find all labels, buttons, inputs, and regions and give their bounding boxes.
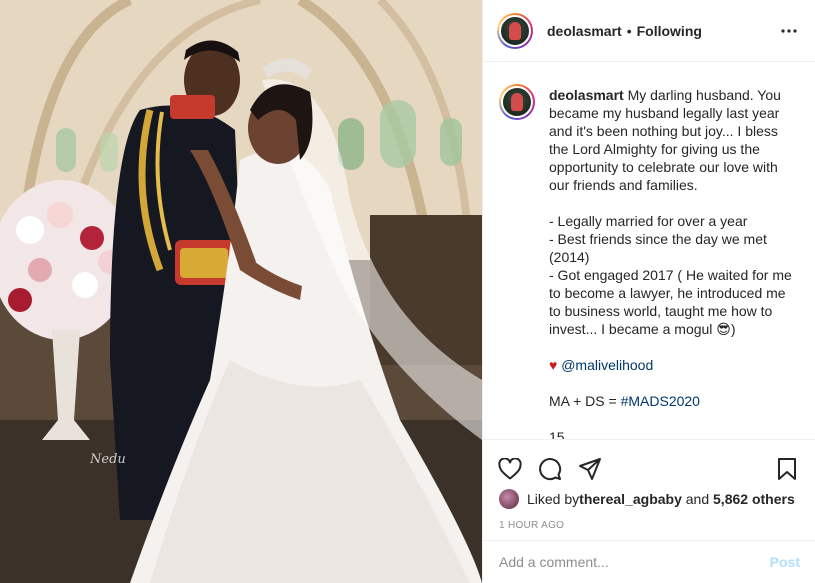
heart-outline-icon[interactable] [497, 456, 523, 482]
header-separator: • [626, 22, 632, 39]
bookmark-icon[interactable] [774, 456, 800, 482]
wedding-photo-illustration [0, 0, 482, 583]
post-comment-button[interactable]: Post [770, 554, 800, 570]
actions-area: Liked by thereal_agbaby and 5,862 others… [483, 439, 815, 531]
likes-and: and [681, 491, 714, 507]
author-username[interactable]: deolasmart [547, 23, 622, 39]
mention-link[interactable]: @malivelihood [561, 357, 653, 373]
likes-summary: Liked by thereal_agbaby and 5,862 others [483, 488, 815, 510]
caption-comment: deolasmart My darling husband. You becam… [499, 84, 800, 439]
caption-author-avatar[interactable] [499, 84, 535, 120]
author-avatar[interactable] [497, 12, 533, 49]
post-header: deolasmart • Following [483, 0, 815, 62]
red-heart-icon: ♥ [549, 357, 558, 373]
hashtag-link[interactable]: #MADS2020 [621, 393, 700, 409]
comment-bubble-icon[interactable] [537, 456, 563, 482]
liker-avatar[interactable] [499, 489, 519, 509]
caption-username[interactable]: deolasmart [549, 87, 624, 103]
likes-prefix: Liked by [527, 491, 580, 507]
following-button[interactable]: Following [637, 23, 702, 39]
more-options-icon[interactable] [777, 19, 801, 43]
caption-cutoff-line: 15 [549, 429, 565, 439]
post-timestamp[interactable]: 1 HOUR AGO [483, 510, 815, 531]
comment-box: Post [483, 540, 815, 583]
comment-input[interactable] [499, 554, 770, 570]
caption-text: deolasmart My darling husband. You becam… [549, 86, 800, 439]
liker-username[interactable]: thereal_agbaby [579, 491, 682, 507]
paper-plane-icon[interactable] [577, 456, 603, 482]
post-photo[interactable]: Nedu [0, 0, 482, 583]
caption-bullets: - Legally married for over a year - Best… [549, 213, 792, 337]
action-bar [483, 440, 815, 488]
likes-others-link[interactable]: 5,862 others [713, 491, 795, 507]
post-side-panel: deolasmart • Following deolasmart My dar… [482, 0, 815, 583]
photographer-watermark: Nedu [90, 452, 126, 467]
caption-area: deolasmart My darling husband. You becam… [483, 62, 815, 439]
caption-signature: MA + DS = [549, 393, 621, 409]
